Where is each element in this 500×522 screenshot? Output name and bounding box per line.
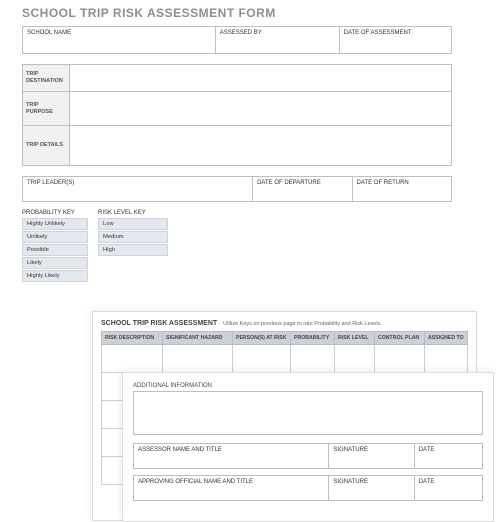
col-significant-hazard: SIGNIFICANT HAZARD (163, 331, 233, 345)
additional-info-field[interactable] (133, 391, 483, 435)
probability-key-item: Unlikely (22, 231, 88, 243)
form-page-1: SCHOOL TRIP RISK ASSESSMENT FORM SCHOOL … (22, 6, 452, 283)
school-name-label: SCHOOL NAME (27, 30, 211, 36)
assessor-date-field[interactable]: DATE (415, 443, 483, 469)
return-field[interactable]: DATE OF RETURN (353, 176, 452, 202)
signature-label: SIGNATURE (333, 447, 409, 453)
approver-name-label: APPROVING OFFICIAL NAME AND TITLE (138, 479, 324, 485)
approver-row: APPROVING OFFICIAL NAME AND TITLE SIGNAT… (133, 475, 483, 501)
signature-label: SIGNATURE (333, 479, 409, 485)
risk-level-key-title: RISK LEVEL KEY (98, 210, 168, 216)
col-risk-description: RISK DESCRIPTION (101, 331, 163, 345)
departure-field[interactable]: DATE OF DEPARTURE (253, 176, 352, 202)
departure-label: DATE OF DEPARTURE (257, 180, 347, 186)
probability-key-item: Highly Likely (22, 270, 88, 282)
date-assessment-label: DATE OF ASSESSMENT (344, 30, 447, 36)
probability-key-title: PROBABILITY KEY (22, 210, 88, 216)
assessor-signature-field[interactable]: SIGNATURE (329, 443, 414, 469)
probability-key-item: Possible (22, 244, 88, 256)
risk-key-item: High (98, 244, 168, 256)
trip-purpose-label: TRIP PURPOSE (22, 92, 70, 126)
risk-key-item: Low (98, 218, 168, 230)
probability-key-item: Highly Unlikely (22, 218, 88, 230)
trip-leaders-field[interactable]: TRIP LEADER(S) (22, 176, 253, 202)
trip-leaders-label: TRIP LEADER(S) (27, 180, 248, 186)
date-label: DATE (419, 447, 478, 453)
return-label: DATE OF RETURN (357, 180, 447, 186)
col-persons-at-risk: PERSON(S) AT RISK (233, 331, 291, 345)
probability-key: PROBABILITY KEY Highly Unlikely Unlikely… (22, 210, 88, 283)
approver-date-field[interactable]: DATE (415, 475, 483, 501)
approver-signature-field[interactable]: SIGNATURE (329, 475, 414, 501)
form-title: SCHOOL TRIP RISK ASSESSMENT FORM (22, 6, 452, 20)
col-probability: PROBABILITY (291, 331, 335, 345)
trip-purpose-field[interactable] (70, 92, 452, 126)
assessed-by-label: ASSESSED BY (220, 30, 335, 36)
trip-destination-label: TRIP DESTINATION (22, 64, 70, 92)
assessment-title: SCHOOL TRIP RISK ASSESSMENT (101, 320, 217, 327)
assessment-subtitle: Utilize Keys on previous page to rate Pr… (223, 321, 382, 327)
table-row[interactable] (101, 345, 468, 373)
school-name-field[interactable]: SCHOOL NAME (22, 26, 216, 54)
leader-row: TRIP LEADER(S) DATE OF DEPARTURE DATE OF… (22, 176, 452, 202)
col-control-plan: CONTROL PLAN (375, 331, 425, 345)
assessor-name-field[interactable]: ASSESSOR NAME AND TITLE (133, 443, 329, 469)
trip-destination-field[interactable] (70, 64, 452, 92)
assessment-table-header: RISK DESCRIPTION SIGNIFICANT HAZARD PERS… (101, 331, 468, 345)
keys-block: PROBABILITY KEY Highly Unlikely Unlikely… (22, 210, 452, 283)
assessor-name-label: ASSESSOR NAME AND TITLE (138, 447, 324, 453)
col-assigned-to: ASSIGNED TO (425, 331, 468, 345)
header-row: SCHOOL NAME ASSESSED BY DATE OF ASSESSME… (22, 26, 452, 54)
additional-info-label: ADDITIONAL INFORMATION (133, 383, 483, 389)
probability-key-item: Likely (22, 257, 88, 269)
trip-block: TRIP DESTINATION TRIP PURPOSE TRIP DETAI… (22, 64, 452, 166)
form-page-3: ADDITIONAL INFORMATION ASSESSOR NAME AND… (122, 372, 494, 522)
additional-info-section: ADDITIONAL INFORMATION (133, 383, 483, 435)
risk-level-key: RISK LEVEL KEY Low Medium High (98, 210, 168, 283)
date-label: DATE (419, 479, 478, 485)
date-assessment-field[interactable]: DATE OF ASSESSMENT (340, 26, 452, 54)
assessor-row: ASSESSOR NAME AND TITLE SIGNATURE DATE (133, 443, 483, 469)
assessed-by-field[interactable]: ASSESSED BY (216, 26, 340, 54)
risk-key-item: Medium (98, 231, 168, 243)
col-risk-level: RISK LEVEL (335, 331, 375, 345)
trip-details-field[interactable] (70, 126, 452, 166)
trip-details-label: TRIP DETAILS (22, 126, 70, 166)
approver-name-field[interactable]: APPROVING OFFICIAL NAME AND TITLE (133, 475, 329, 501)
